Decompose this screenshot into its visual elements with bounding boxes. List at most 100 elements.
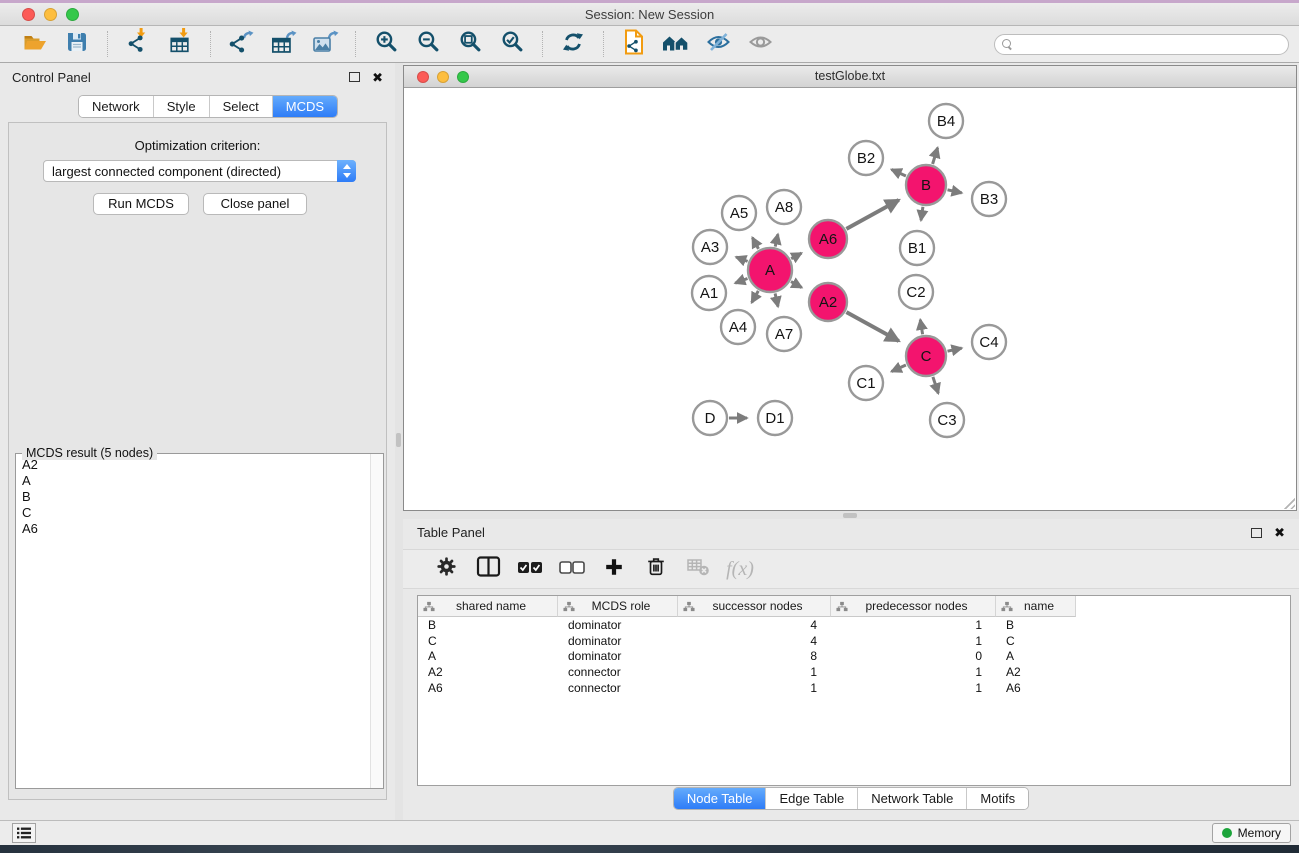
- column-header-successor-nodes[interactable]: successor nodes: [678, 596, 831, 617]
- tab-select[interactable]: Select: [209, 96, 272, 117]
- graph-edge-A-A1[interactable]: [735, 279, 747, 284]
- graph-edge-C-C1[interactable]: [892, 365, 906, 372]
- apply-layout-button[interactable]: [555, 29, 591, 59]
- show-all-button[interactable]: [742, 29, 778, 59]
- cell-name[interactable]: A6: [996, 681, 1076, 695]
- mcds-result-item[interactable]: C: [17, 504, 369, 520]
- tab-network-table[interactable]: Network Table: [857, 788, 966, 809]
- run-mcds-button[interactable]: Run MCDS: [93, 193, 189, 215]
- divider-handle[interactable]: [843, 513, 857, 518]
- minimize-window-button[interactable]: [44, 8, 57, 21]
- save-session-button[interactable]: [59, 29, 95, 59]
- deselect-all-button[interactable]: [553, 554, 591, 584]
- zoom-fit-button[interactable]: [452, 29, 488, 59]
- graph-edge-C-C3[interactable]: [933, 377, 938, 394]
- zoom-in-button[interactable]: [368, 29, 404, 59]
- memory-button[interactable]: Memory: [1212, 823, 1291, 843]
- cell-successor-nodes[interactable]: 4: [678, 618, 831, 632]
- table-row[interactable]: A2connector11A2: [418, 664, 1290, 680]
- criterion-dropdown[interactable]: largest connected component (directed): [43, 160, 356, 182]
- first-neighbors-button[interactable]: [658, 29, 694, 59]
- graph-node-B[interactable]: B: [906, 165, 946, 205]
- graph-node-D1[interactable]: D1: [758, 401, 792, 435]
- close-panel-button[interactable]: Close panel: [203, 193, 307, 215]
- new-column-button[interactable]: [595, 554, 633, 584]
- minimize-network-button[interactable]: [437, 71, 449, 83]
- table-row[interactable]: Adominator80A: [418, 648, 1290, 664]
- graph-node-A1[interactable]: A1: [692, 276, 726, 310]
- float-panel-icon[interactable]: [349, 72, 360, 82]
- graph-edge-A-A3[interactable]: [736, 257, 748, 261]
- column-header-predecessor-nodes[interactable]: predecessor nodes: [831, 596, 996, 617]
- task-history-button[interactable]: [12, 823, 36, 843]
- cell-predecessor-nodes[interactable]: 0: [831, 649, 996, 663]
- cell-MCDS-role[interactable]: dominator: [558, 634, 678, 648]
- tab-node-table[interactable]: Node Table: [674, 788, 766, 809]
- search-input[interactable]: [1017, 36, 1288, 53]
- graph-node-A[interactable]: A: [748, 248, 792, 292]
- close-network-button[interactable]: [417, 71, 429, 83]
- graph-node-B1[interactable]: B1: [900, 231, 934, 265]
- graph-edge-A-A7[interactable]: [775, 293, 778, 306]
- close-panel-icon[interactable]: ✖: [1274, 526, 1285, 539]
- zoom-out-button[interactable]: [410, 29, 446, 59]
- cell-MCDS-role[interactable]: connector: [558, 681, 678, 695]
- graph-node-A2[interactable]: A2: [809, 283, 847, 321]
- table-row[interactable]: A6connector11A6: [418, 680, 1290, 696]
- export-table-button[interactable]: [265, 29, 301, 59]
- zoom-selected-button[interactable]: [494, 29, 530, 59]
- vertical-split-divider[interactable]: [395, 63, 403, 820]
- cell-name[interactable]: A2: [996, 665, 1076, 679]
- network-window-titlebar[interactable]: testGlobe.txt: [404, 66, 1296, 88]
- cell-MCDS-role[interactable]: dominator: [558, 649, 678, 663]
- graph-edge-A6-B[interactable]: [846, 200, 898, 229]
- table-row[interactable]: Cdominator41C: [418, 633, 1290, 649]
- hide-selected-button[interactable]: [700, 29, 736, 59]
- cell-successor-nodes[interactable]: 1: [678, 681, 831, 695]
- mcds-result-item[interactable]: A: [17, 472, 369, 488]
- mcds-result-item[interactable]: B: [17, 488, 369, 504]
- graph-edge-B-B4[interactable]: [933, 148, 938, 164]
- graph-edge-A-A5[interactable]: [752, 238, 758, 249]
- graph-edge-A-A6[interactable]: [791, 253, 801, 259]
- cell-predecessor-nodes[interactable]: 1: [831, 618, 996, 632]
- cell-MCDS-role[interactable]: connector: [558, 665, 678, 679]
- graph-node-C3[interactable]: C3: [930, 403, 964, 437]
- tab-network[interactable]: Network: [79, 96, 153, 117]
- open-file-button[interactable]: [17, 29, 53, 59]
- cell-predecessor-nodes[interactable]: 1: [831, 681, 996, 695]
- cell-predecessor-nodes[interactable]: 1: [831, 634, 996, 648]
- network-canvas[interactable]: B4B2BB3A8A5A6A3B1AC2A1A2A4A7C4CC1C3DD1: [404, 88, 1296, 510]
- graph-edge-C-C2[interactable]: [920, 320, 922, 335]
- zoom-window-button[interactable]: [66, 8, 79, 21]
- tab-motifs[interactable]: Motifs: [966, 788, 1028, 809]
- graph-node-C[interactable]: C: [906, 336, 946, 376]
- column-header-shared-name[interactable]: shared name: [418, 596, 558, 617]
- table-row[interactable]: Bdominator41B: [418, 617, 1290, 633]
- zoom-network-button[interactable]: [457, 71, 469, 83]
- graph-edge-B-B2[interactable]: [892, 170, 906, 177]
- graph-node-A8[interactable]: A8: [767, 190, 801, 224]
- show-columns-button[interactable]: [469, 554, 507, 584]
- mcds-result-item[interactable]: A6: [17, 520, 369, 536]
- cell-shared-name[interactable]: B: [418, 618, 558, 632]
- result-scrollbar[interactable]: [370, 454, 383, 788]
- graph-node-B4[interactable]: B4: [929, 104, 963, 138]
- tab-style[interactable]: Style: [153, 96, 209, 117]
- cell-shared-name[interactable]: C: [418, 634, 558, 648]
- cell-predecessor-nodes[interactable]: 1: [831, 665, 996, 679]
- close-window-button[interactable]: [22, 8, 35, 21]
- column-header-MCDS-role[interactable]: MCDS role: [558, 596, 678, 617]
- graph-edge-A-A2[interactable]: [791, 282, 802, 288]
- graph-node-A3[interactable]: A3: [693, 230, 727, 264]
- float-panel-icon[interactable]: [1251, 528, 1262, 538]
- tab-edge-table[interactable]: Edge Table: [765, 788, 857, 809]
- graph-edge-C-C4[interactable]: [948, 348, 962, 351]
- graph-node-C1[interactable]: C1: [849, 366, 883, 400]
- import-table-button[interactable]: [162, 29, 198, 59]
- network-graph[interactable]: B4B2BB3A8A5A6A3B1AC2A1A2A4A7C4CC1C3DD1: [404, 88, 1296, 511]
- graph-node-B2[interactable]: B2: [849, 141, 883, 175]
- close-panel-icon[interactable]: ✖: [372, 71, 383, 84]
- search-field[interactable]: [994, 34, 1289, 55]
- cell-shared-name[interactable]: A: [418, 649, 558, 663]
